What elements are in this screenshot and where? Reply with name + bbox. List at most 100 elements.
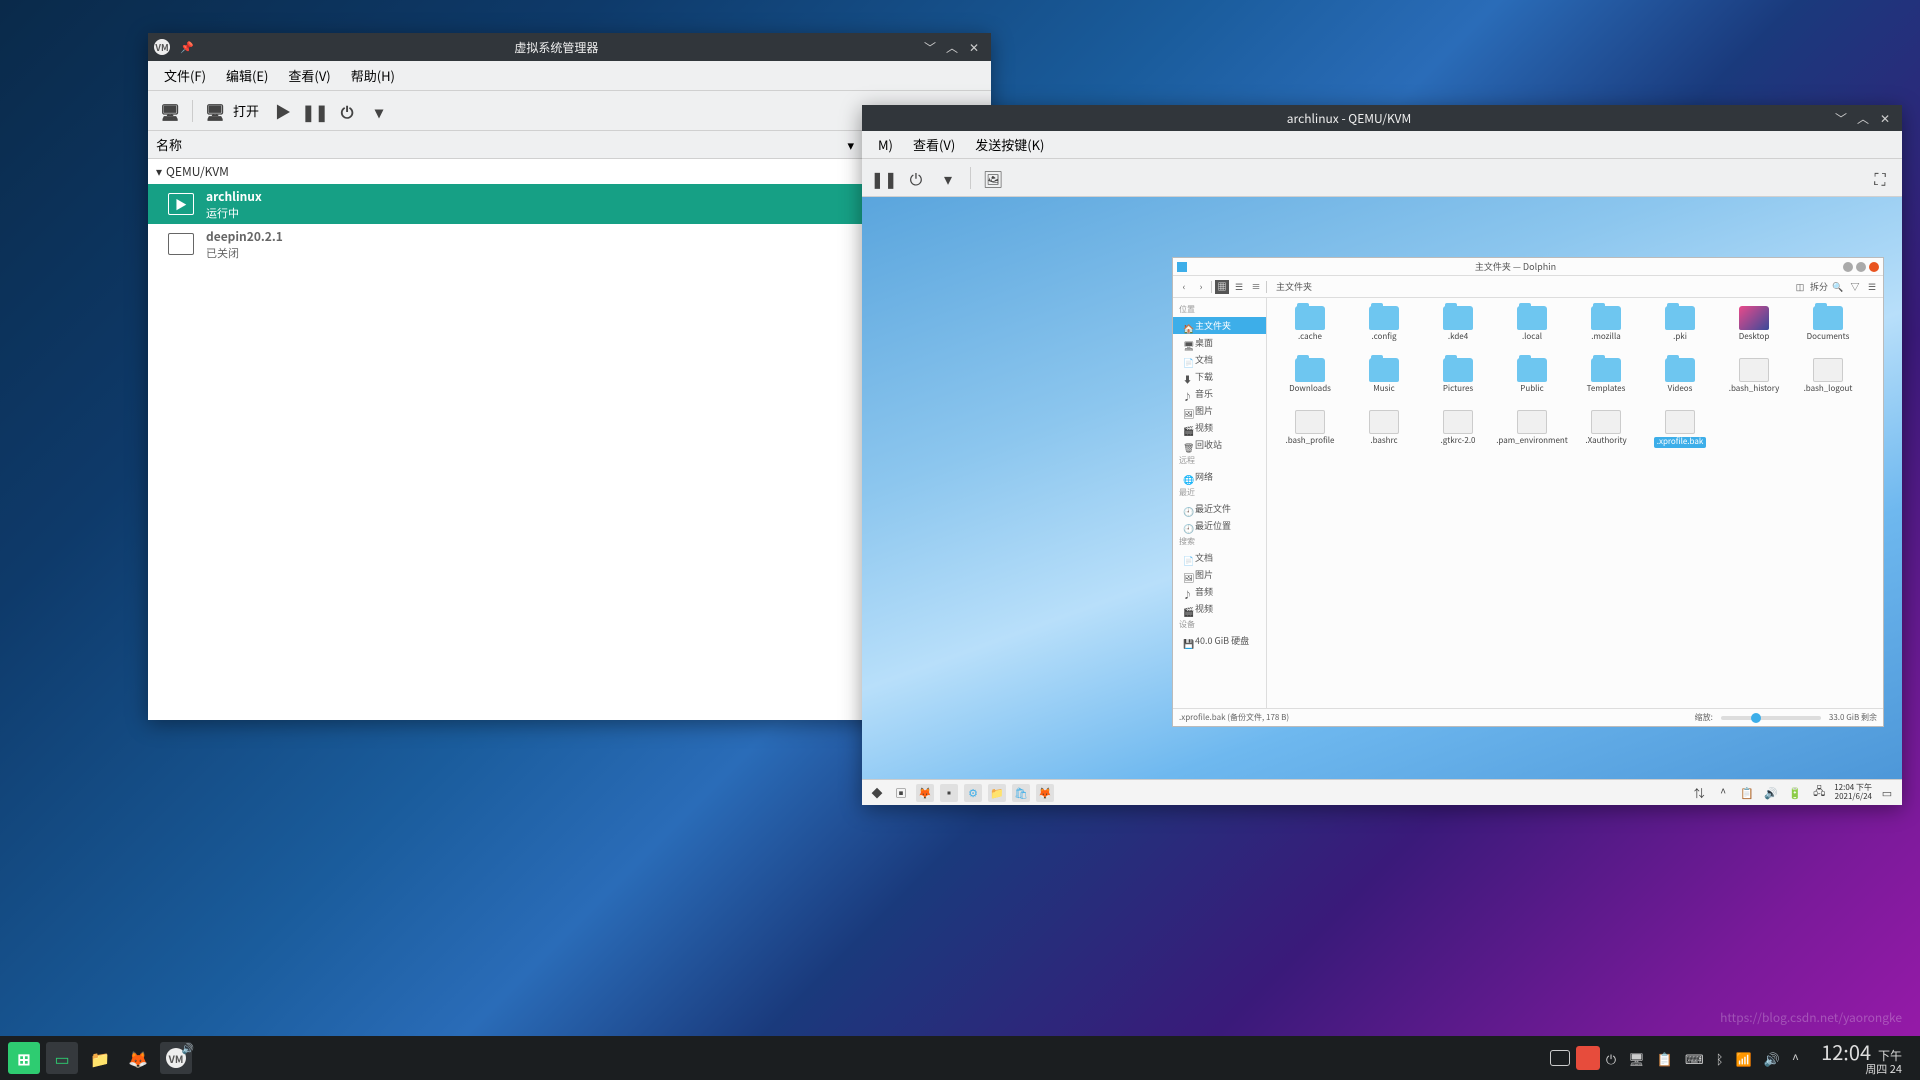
sidebar-item-search-video[interactable]: 🎬视频	[1173, 600, 1266, 617]
sidebar-item-desktop[interactable]: 🖥桌面	[1173, 334, 1266, 351]
sidebar-item-network[interactable]: 🌐网络	[1173, 468, 1266, 485]
split-label[interactable]: 拆分	[1810, 280, 1828, 293]
file-gtkrc[interactable]: .gtkrc-2.0	[1421, 408, 1495, 458]
manjaro-launcher-icon[interactable]: ⊞	[8, 1042, 40, 1074]
expand-icon[interactable]: ▾	[156, 163, 162, 180]
sidebar-item-music[interactable]: ♪音乐	[1173, 385, 1266, 402]
menu-icon[interactable]: ☰	[1865, 280, 1879, 294]
network-icon[interactable]: 📶	[1736, 1049, 1752, 1068]
sidebar-item-documents[interactable]: 📄文档	[1173, 351, 1266, 368]
volume-icon[interactable]: 🔊	[1764, 1049, 1780, 1068]
show-desktop-icon[interactable]: ▭	[1878, 784, 1896, 802]
snapshot-icon[interactable]: 🖼	[979, 164, 1007, 192]
sidebar-item-disk[interactable]: 💾40.0 GiB 硬盘	[1173, 632, 1266, 649]
chevron-up-icon[interactable]: ^	[1714, 784, 1732, 802]
folder-pictures[interactable]: Pictures	[1421, 356, 1495, 406]
fullscreen-icon[interactable]: ⛶	[1866, 164, 1894, 192]
menu-view[interactable]: 查看(V)	[278, 62, 340, 89]
guest-clock[interactable]: 12:04 下午 2021/6/24	[1834, 784, 1872, 802]
folder-mozilla[interactable]: .mozilla	[1569, 304, 1643, 354]
dropdown-icon[interactable]: ▾	[365, 97, 393, 125]
forward-icon[interactable]: ›	[1194, 280, 1208, 294]
folder-public[interactable]: Public	[1495, 356, 1569, 406]
taskbar-konsole[interactable]: ▪	[940, 784, 958, 802]
breadcrumb[interactable]: 主文件夹	[1270, 280, 1790, 293]
view-icons-icon[interactable]: ▦	[1215, 280, 1229, 294]
bluetooth-icon[interactable]: ᛒ	[1716, 1049, 1724, 1068]
taskbar-firefox-2[interactable]: 🦊	[1036, 784, 1054, 802]
dolphin-titlebar[interactable]: 主文件夹 — Dolphin	[1173, 258, 1883, 276]
dolphin-file-grid[interactable]: .cache .config .kde4 .local .mozilla .pk…	[1267, 298, 1883, 708]
sort-icon[interactable]: ▾	[847, 135, 854, 154]
sidebar-item-pictures[interactable]: 🖼图片	[1173, 402, 1266, 419]
file-bashrc[interactable]: .bashrc	[1347, 408, 1421, 458]
sidebar-item-search-pics[interactable]: 🖼图片	[1173, 566, 1266, 583]
folder-videos[interactable]: Videos	[1643, 356, 1717, 406]
folder-documents[interactable]: Documents	[1791, 304, 1865, 354]
maximize-icon[interactable]: ︿	[941, 36, 963, 58]
taskbar-discover[interactable]: 🛍	[1012, 784, 1030, 802]
sidebar-item-search-audio[interactable]: ♪音频	[1173, 583, 1266, 600]
display-icon[interactable]: 🖥	[1628, 1049, 1645, 1068]
menu-sendkey[interactable]: 发送按键(K)	[965, 131, 1054, 158]
usb-icon[interactable]: ⇅	[1690, 784, 1708, 802]
pager-icon[interactable]: ▭	[46, 1042, 78, 1074]
keyboard-icon[interactable]: ⌨	[1685, 1049, 1704, 1068]
maximize-icon[interactable]: ︿	[1852, 107, 1874, 129]
power-icon[interactable]: ⏻	[1606, 1049, 1616, 1068]
pin-icon[interactable]: 📌	[180, 39, 194, 55]
clipboard-icon[interactable]: 📋	[1738, 784, 1756, 802]
taskbar-settings[interactable]: ⚙	[964, 784, 982, 802]
split-icon[interactable]: ◫	[1793, 280, 1807, 294]
sidebar-item-trash[interactable]: 🗑回收站	[1173, 436, 1266, 453]
folder-pki[interactable]: .pki	[1643, 304, 1717, 354]
close-icon[interactable]: ✕	[963, 36, 985, 58]
minimize-icon[interactable]	[1843, 262, 1853, 272]
folder-local[interactable]: .local	[1495, 304, 1569, 354]
taskbar-firefox[interactable]: 🦊	[916, 784, 934, 802]
folder-downloads[interactable]: Downloads	[1273, 356, 1347, 406]
zoom-slider[interactable]	[1721, 716, 1821, 720]
file-xprofile-bak[interactable]: .xprofile.bak	[1643, 408, 1717, 458]
sidebar-item-downloads[interactable]: ⬇下载	[1173, 368, 1266, 385]
menu-file[interactable]: 文件(F)	[154, 62, 216, 89]
col-name[interactable]: 名称 ▾	[148, 135, 863, 154]
sidebar-item-search-docs[interactable]: 📄文档	[1173, 549, 1266, 566]
minimize-icon[interactable]: ﹀	[919, 36, 941, 58]
search-icon[interactable]: 🔍	[1831, 280, 1845, 294]
chevron-up-icon[interactable]: ^	[1792, 1049, 1799, 1068]
close-icon[interactable]	[1869, 262, 1879, 272]
play-icon[interactable]: ▶	[269, 97, 297, 125]
app-launcher-icon[interactable]: ◆	[868, 784, 886, 802]
host-clock[interactable]: 12:04 下午 周四 24	[1811, 1041, 1912, 1075]
taskbar-virt-manager[interactable]: VM 🔊	[160, 1042, 192, 1074]
vmc-titlebar[interactable]: archlinux - QEMU/KVM ﹀ ︿ ✕	[862, 105, 1902, 131]
taskbar-firefox[interactable]: 🦊	[122, 1042, 154, 1074]
view-compact-icon[interactable]: ☰	[1232, 280, 1246, 294]
maximize-icon[interactable]	[1856, 262, 1866, 272]
file-xauthority[interactable]: .Xauthority	[1569, 408, 1643, 458]
battery-icon[interactable]: 🔋	[1786, 784, 1804, 802]
dropdown-icon[interactable]: ▾	[934, 164, 962, 192]
file-bash-history[interactable]: .bash_history	[1717, 356, 1791, 406]
power-icon[interactable]: ⏻	[333, 97, 361, 125]
back-icon[interactable]: ‹	[1177, 280, 1191, 294]
new-vm-icon[interactable]: 🖥	[156, 97, 184, 125]
folder-desktop[interactable]: Desktop	[1717, 304, 1791, 354]
sidebar-item-videos[interactable]: 🎬视频	[1173, 419, 1266, 436]
pager-icon[interactable]: ▣	[892, 784, 910, 802]
open-label[interactable]: 打开	[233, 101, 259, 120]
taskbar-files[interactable]: 📁	[84, 1042, 116, 1074]
menu-view[interactable]: 查看(V)	[903, 131, 965, 158]
file-bash-logout[interactable]: .bash_logout	[1791, 356, 1865, 406]
pause-icon[interactable]: ❚❚	[301, 97, 329, 125]
pause-icon[interactable]: ❚❚	[870, 164, 898, 192]
sidebar-item-recent-places[interactable]: 🕘最近位置	[1173, 517, 1266, 534]
power-icon[interactable]: ⏻	[902, 164, 930, 192]
view-details-icon[interactable]: ≡	[1249, 280, 1263, 294]
folder-cache[interactable]: .cache	[1273, 304, 1347, 354]
file-bash-profile[interactable]: .bash_profile	[1273, 408, 1347, 458]
tray-window-icon[interactable]	[1550, 1050, 1570, 1066]
vmm-titlebar[interactable]: VM 📌 虚拟系统管理器 ﹀ ︿ ✕	[148, 33, 991, 61]
open-vm-icon[interactable]: 🖥	[201, 97, 229, 125]
